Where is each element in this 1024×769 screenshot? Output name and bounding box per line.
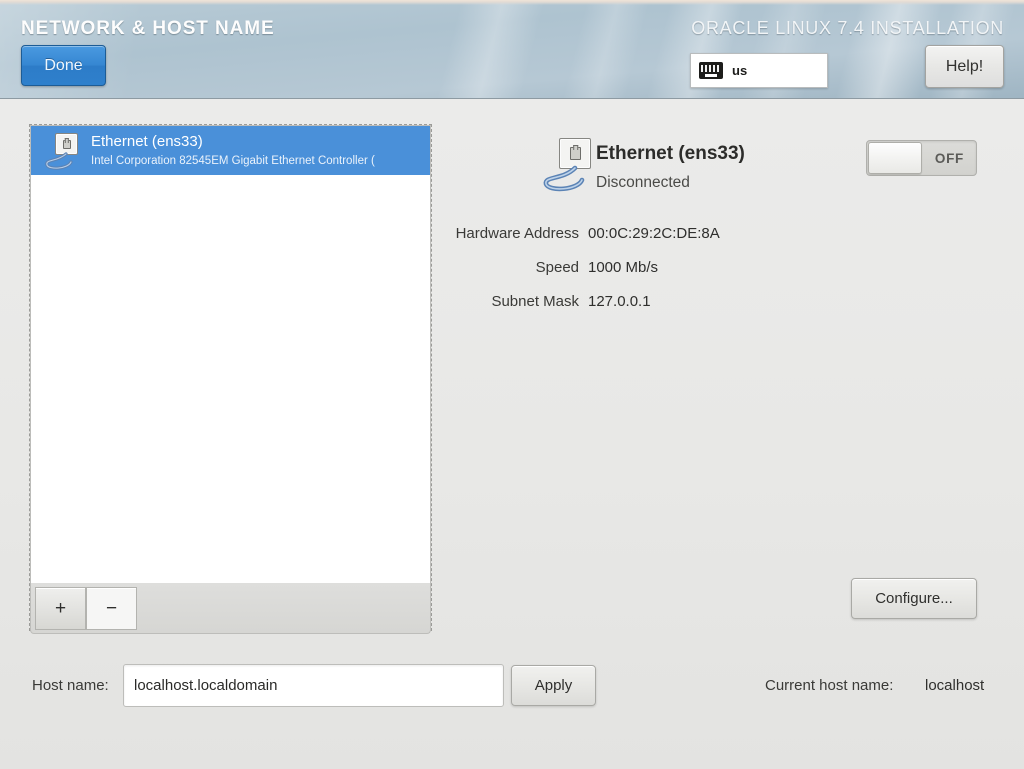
list-item-description: Intel Corporation 82545EM Gigabit Ethern… <box>91 154 375 167</box>
detail-label: Subnet Mask <box>491 292 579 310</box>
add-device-button[interactable]: + <box>35 587 86 630</box>
apply-button-label: Apply <box>534 677 573 694</box>
minus-icon: − <box>105 597 118 619</box>
detail-device-name: Ethernet (ens33) <box>596 143 745 164</box>
detail-label: Hardware Address <box>455 224 579 242</box>
network-device-list[interactable]: Ethernet (ens33) Intel Corporation 82545… <box>30 125 431 630</box>
detail-connection-status: Disconnected <box>596 174 690 191</box>
detail-row-speed: Speed 1000 Mb/s <box>400 250 800 284</box>
configure-button-label: Configure... <box>875 590 953 607</box>
page-title: NETWORK & HOST NAME <box>21 18 275 39</box>
list-item[interactable]: Ethernet (ens33) Intel Corporation 82545… <box>31 126 430 175</box>
detail-value: 1000 Mb/s <box>588 258 659 276</box>
host-name-label: Host name: <box>32 677 109 694</box>
keyboard-layout-label: us <box>732 63 748 78</box>
installer-window: NETWORK & HOST NAME ORACLE LINUX 7.4 INS… <box>0 0 1024 769</box>
detail-properties: Hardware Address 00:0C:29:2C:DE:8A Speed… <box>400 216 800 318</box>
done-button[interactable]: Done <box>21 45 106 86</box>
keyboard-icon <box>699 62 723 79</box>
remove-device-button[interactable]: − <box>86 587 137 630</box>
list-item-text: Ethernet (ens33) Intel Corporation 82545… <box>91 133 375 169</box>
apply-button[interactable]: Apply <box>511 665 596 706</box>
list-item-title: Ethernet (ens33) <box>91 132 203 150</box>
detail-value: 127.0.0.1 <box>588 292 651 310</box>
detail-row-subnet-mask: Subnet Mask 127.0.0.1 <box>400 284 800 318</box>
current-host-name-label: Current host name: <box>765 677 894 694</box>
installation-label: ORACLE LINUX 7.4 INSTALLATION <box>691 18 1004 38</box>
done-button-label: Done <box>44 56 83 74</box>
header-bar: NETWORK & HOST NAME ORACLE LINUX 7.4 INS… <box>0 0 1024 99</box>
help-button[interactable]: Help! <box>925 45 1004 88</box>
detail-network-wired-icon <box>540 137 598 193</box>
detail-label: Speed <box>535 258 579 276</box>
network-enable-toggle[interactable]: OFF <box>866 140 977 176</box>
help-button-label: Help! <box>945 57 984 75</box>
toggle-knob <box>868 142 922 174</box>
host-name-input[interactable] <box>123 664 504 707</box>
toggle-state-label: OFF <box>934 150 964 166</box>
configure-button[interactable]: Configure... <box>851 578 977 619</box>
keyboard-layout-indicator[interactable]: us <box>690 53 828 88</box>
plus-icon: + <box>54 597 67 619</box>
network-wired-icon <box>42 132 82 170</box>
detail-row-hardware-address: Hardware Address 00:0C:29:2C:DE:8A <box>400 216 800 250</box>
detail-value: 00:0C:29:2C:DE:8A <box>588 224 720 242</box>
device-list-toolbar: + − <box>30 583 431 634</box>
current-host-name-value: localhost <box>925 677 985 694</box>
